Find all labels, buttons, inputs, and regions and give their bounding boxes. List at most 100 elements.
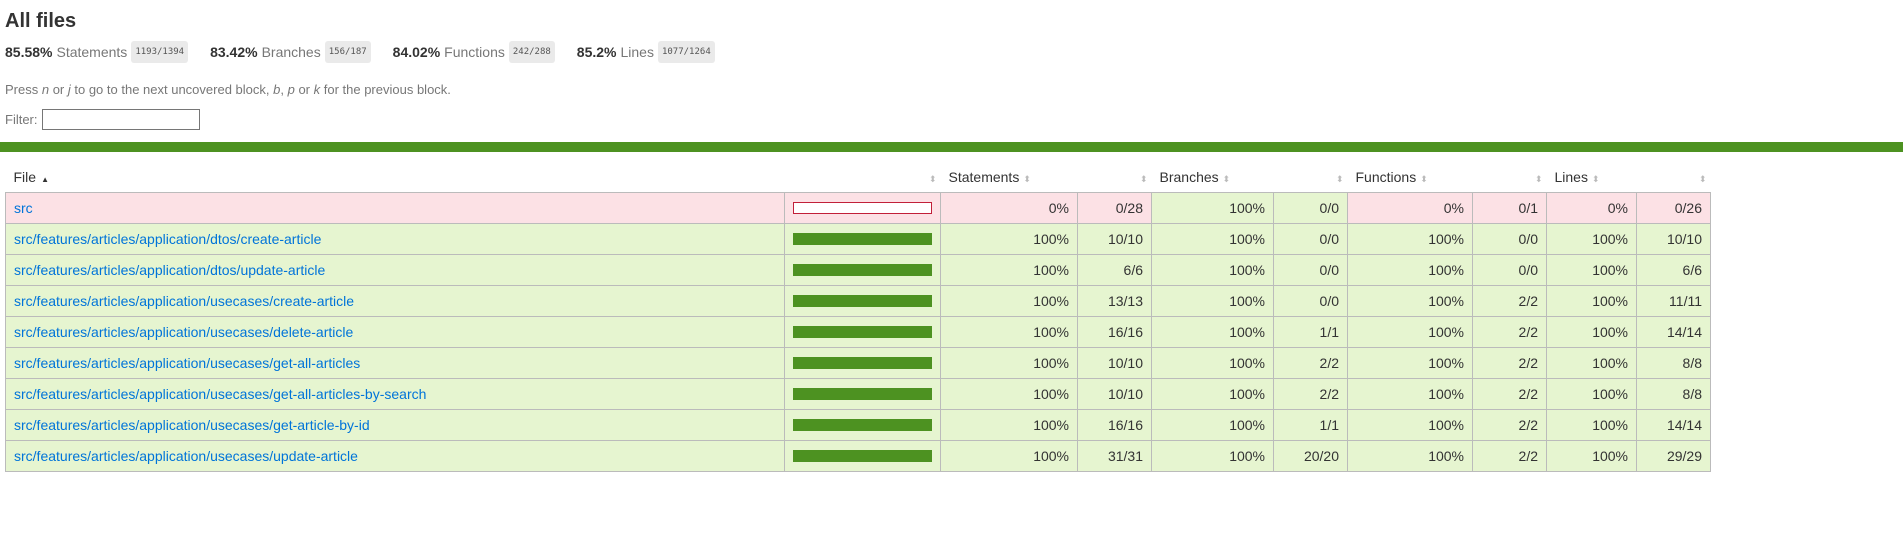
branches-fraction-column-header[interactable]: ⬍ — [1274, 162, 1348, 192]
summary-pct: 83.42% — [210, 44, 258, 60]
statements-fraction-column-header[interactable]: ⬍ — [1078, 162, 1152, 192]
file-link[interactable]: src/features/articles/application/usecas… — [14, 386, 426, 402]
help-key: n — [41, 82, 50, 97]
file-link[interactable]: src/features/articles/application/usecas… — [14, 355, 360, 371]
table-row: src/features/articles/application/usecas… — [5, 315, 1711, 348]
lines-fraction: 6/6 — [1636, 253, 1711, 286]
coverage-bar-cell — [784, 439, 941, 472]
coverage-bar-cell — [784, 191, 941, 224]
header-row: File ▲ ⬍ Statements ⬍ ⬍ Branches ⬍ ⬍ Functi… — [6, 162, 1711, 192]
help-text: for the previous block. — [320, 82, 451, 97]
summary-label: Branches — [261, 44, 321, 60]
keyboard-help: Press n or j to go to the next uncovered… — [5, 82, 1898, 97]
functions-pct: 100% — [1347, 315, 1473, 348]
sort-icon: ⬍ — [1420, 173, 1428, 184]
help-text: Press — [5, 82, 42, 97]
statements-fraction: 10/10 — [1077, 346, 1152, 379]
summary-label: Functions — [444, 44, 505, 60]
branches-pct: 100% — [1151, 284, 1274, 317]
help-text: or — [294, 82, 314, 97]
branches-pct: 100% — [1151, 315, 1274, 348]
functions-pct: 100% — [1347, 408, 1473, 441]
functions-pct: 100% — [1347, 253, 1473, 286]
branches-pct: 100% — [1151, 439, 1274, 472]
coverage-bar-cell — [784, 377, 941, 410]
coverage-bar-cell — [784, 346, 941, 379]
functions-column-header[interactable]: Functions ⬍ — [1348, 162, 1473, 192]
header-label: Branches — [1159, 168, 1219, 185]
filter-label: Filter: — [5, 112, 38, 127]
statements-column-header[interactable]: Statements ⬍ — [941, 162, 1078, 192]
statements-pct: 100% — [940, 346, 1078, 379]
functions-fraction: 2/2 — [1472, 315, 1547, 348]
sort-icon: ⬍ — [1139, 173, 1148, 184]
lines-fraction: 29/29 — [1636, 439, 1711, 472]
lines-fraction: 14/14 — [1636, 315, 1711, 348]
branches-fraction: 1/1 — [1273, 315, 1348, 348]
help-text: to go to the next uncovered block, — [70, 82, 274, 97]
coverage-bar — [793, 294, 932, 307]
branches-pct: 100% — [1151, 408, 1274, 441]
coverage-summary: 85.58% Statements 1193/1394 83.42% Branc… — [5, 41, 1898, 63]
lines-column-header[interactable]: Lines ⬍ — [1547, 162, 1637, 192]
summary-branches: 83.42% Branches 156/187 — [210, 41, 371, 63]
lines-fraction-column-header[interactable]: ⬍ — [1637, 162, 1711, 192]
lines-fraction: 8/8 — [1636, 377, 1711, 410]
lines-pct: 100% — [1546, 222, 1637, 255]
branches-fraction: 2/2 — [1273, 346, 1348, 379]
file-link[interactable]: src/features/articles/application/usecas… — [14, 293, 354, 309]
branches-fraction: 2/2 — [1273, 377, 1348, 410]
branches-pct: 100% — [1151, 377, 1274, 410]
statements-pct: 100% — [940, 377, 1078, 410]
functions-fraction-column-header[interactable]: ⬍ — [1473, 162, 1547, 192]
branches-pct: 100% — [1151, 191, 1274, 224]
statements-fraction: 6/6 — [1077, 253, 1152, 286]
lines-pct: 100% — [1546, 408, 1637, 441]
status-line — [0, 142, 1903, 152]
coverage-bar-cell — [784, 253, 941, 286]
sort-icon: ⬍ — [1023, 173, 1031, 184]
functions-pct: 100% — [1347, 377, 1473, 410]
sort-icon: ⬍ — [1335, 173, 1344, 184]
summary-label: Statements — [56, 44, 128, 60]
table-row: src 0% 0/28 100% 0/0 0% 0/1 0% 0/26 — [5, 191, 1711, 224]
summary-lines: 85.2% Lines 1077/1264 — [577, 41, 715, 63]
file-cell: src/features/articles/application/usecas… — [5, 284, 785, 317]
filter-input[interactable] — [41, 109, 200, 130]
file-link[interactable]: src — [14, 200, 33, 216]
table-row: src/features/articles/application/dtos/c… — [5, 222, 1711, 255]
branches-fraction: 0/0 — [1273, 222, 1348, 255]
branches-pct: 100% — [1151, 346, 1274, 379]
coverage-bar-cell — [784, 222, 941, 255]
file-link[interactable]: src/features/articles/application/dtos/c… — [14, 231, 321, 247]
lines-pct: 0% — [1546, 191, 1637, 224]
coverage-bar-cell — [784, 315, 941, 348]
lines-fraction: 8/8 — [1636, 346, 1711, 379]
header-section: All files 85.58% Statements 1193/1394 83… — [0, 0, 1903, 130]
coverage-bar-column-header[interactable]: ⬍ — [785, 162, 941, 192]
coverage-bar — [793, 232, 932, 245]
lines-fraction: 11/11 — [1636, 284, 1711, 317]
functions-fraction: 2/2 — [1472, 408, 1547, 441]
functions-fraction: 0/0 — [1472, 253, 1547, 286]
file-link[interactable]: src/features/articles/application/dtos/u… — [14, 262, 325, 278]
file-link[interactable]: src/features/articles/application/usecas… — [14, 448, 358, 464]
file-link[interactable]: src/features/articles/application/usecas… — [14, 417, 370, 433]
functions-fraction: 2/2 — [1472, 377, 1547, 410]
file-cell: src/features/articles/application/dtos/c… — [5, 222, 785, 255]
statements-fraction: 13/13 — [1077, 284, 1152, 317]
sort-icon: ⬍ — [928, 173, 937, 184]
statements-pct: 100% — [940, 222, 1078, 255]
lines-pct: 100% — [1546, 377, 1637, 410]
branches-fraction: 20/20 — [1273, 439, 1348, 472]
header-label: Lines — [1554, 168, 1588, 185]
summary-label: Lines — [620, 44, 654, 60]
file-link[interactable]: src/features/articles/application/usecas… — [14, 324, 353, 340]
coverage-bar — [793, 418, 932, 431]
table-row: src/features/articles/application/usecas… — [5, 284, 1711, 317]
branches-column-header[interactable]: Branches ⬍ — [1152, 162, 1274, 192]
filter-row: Filter: — [5, 109, 1898, 130]
file-column-header[interactable]: File ▲ — [6, 162, 785, 192]
sort-icon: ⬍ — [1222, 173, 1231, 184]
statements-pct: 100% — [940, 253, 1078, 286]
